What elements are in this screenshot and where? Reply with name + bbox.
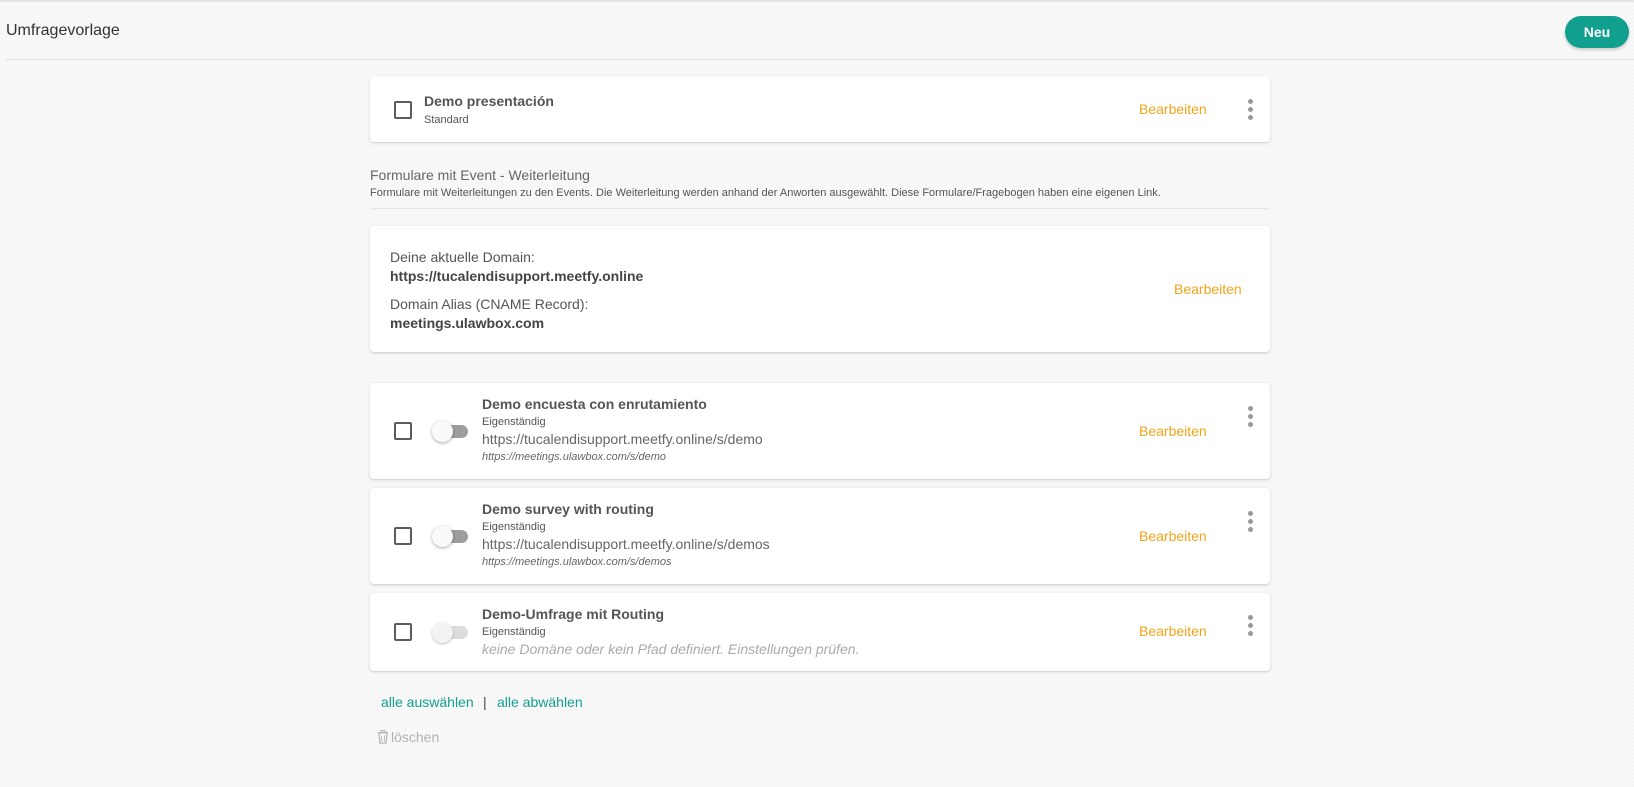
select-checkbox[interactable] [394, 527, 412, 545]
form-url: https://tucalendisupport.meetfy.online/s… [482, 536, 770, 552]
current-domain-value: https://tucalendisupport.meetfy.online [390, 268, 644, 284]
section-divider [370, 208, 1270, 209]
edit-link[interactable]: Bearbeiten [1139, 423, 1207, 439]
more-options-icon[interactable] [1246, 615, 1256, 637]
form-card: Demo-Umfrage mit Routing Eigenständig ke… [370, 593, 1270, 671]
select-checkbox[interactable] [394, 422, 412, 440]
current-domain-label: Deine aktuelle Domain: [390, 249, 535, 265]
form-card: Demo encuesta con enrutamiento Eigenstän… [370, 383, 1270, 479]
configuration-warning: keine Domäne oder kein Pfad definiert. E… [482, 641, 860, 657]
active-toggle[interactable] [432, 621, 470, 643]
domain-alias-value: meetings.ulawbox.com [390, 315, 545, 331]
section-title: Formulare mit Event - Weiterleitung [370, 167, 590, 183]
active-toggle[interactable] [432, 525, 470, 547]
deselect-all-link[interactable]: alle abwählen [497, 694, 583, 710]
edit-domain-link[interactable]: Bearbeiten [1174, 281, 1242, 297]
delete-button[interactable]: löschen [377, 729, 439, 745]
edit-link[interactable]: Bearbeiten [1139, 101, 1207, 117]
form-type: Eigenständig [482, 416, 546, 428]
edit-link[interactable]: Bearbeiten [1139, 528, 1207, 544]
form-card: Demo survey with routing Eigenständig ht… [370, 488, 1270, 584]
select-checkbox[interactable] [394, 623, 412, 641]
more-options-icon[interactable] [1246, 99, 1256, 121]
edit-link[interactable]: Bearbeiten [1139, 623, 1207, 639]
more-options-icon[interactable] [1246, 511, 1256, 533]
form-alias-url: https://meetings.ulawbox.com/s/demo [482, 451, 667, 463]
domain-alias-label: Domain Alias (CNAME Record): [390, 296, 589, 312]
form-title: Demo encuesta con enrutamiento [482, 396, 707, 412]
form-title: Demo-Umfrage mit Routing [482, 606, 664, 622]
trash-icon [378, 730, 388, 744]
form-url: https://tucalendisupport.meetfy.online/s… [482, 431, 763, 447]
form-title: Demo presentación [424, 93, 554, 109]
form-type: Eigenständig [482, 626, 546, 638]
form-alias-url: https://meetings.ulawbox.com/s/demos [482, 556, 672, 568]
form-type: Standard [424, 114, 469, 126]
link-separator: | [483, 694, 487, 710]
section-description: Formulare mit Weiterleitungen zu den Eve… [370, 187, 1161, 199]
top-bar: Umfragevorlage Neu [0, 0, 1634, 60]
form-title: Demo survey with routing [482, 501, 654, 517]
standard-form-card: Demo presentación Standard Bearbeiten [370, 76, 1270, 142]
select-all-link[interactable]: alle auswählen [381, 694, 474, 710]
select-checkbox[interactable] [394, 101, 412, 119]
new-button[interactable]: Neu [1565, 16, 1629, 48]
domain-card: Deine aktuelle Domain: https://tucalendi… [370, 226, 1270, 352]
page-title: Umfragevorlage [6, 22, 120, 39]
delete-label: löschen [391, 729, 440, 745]
form-type: Eigenständig [482, 521, 546, 533]
more-options-icon[interactable] [1246, 406, 1256, 428]
header-divider [6, 59, 1634, 60]
active-toggle[interactable] [432, 420, 470, 442]
